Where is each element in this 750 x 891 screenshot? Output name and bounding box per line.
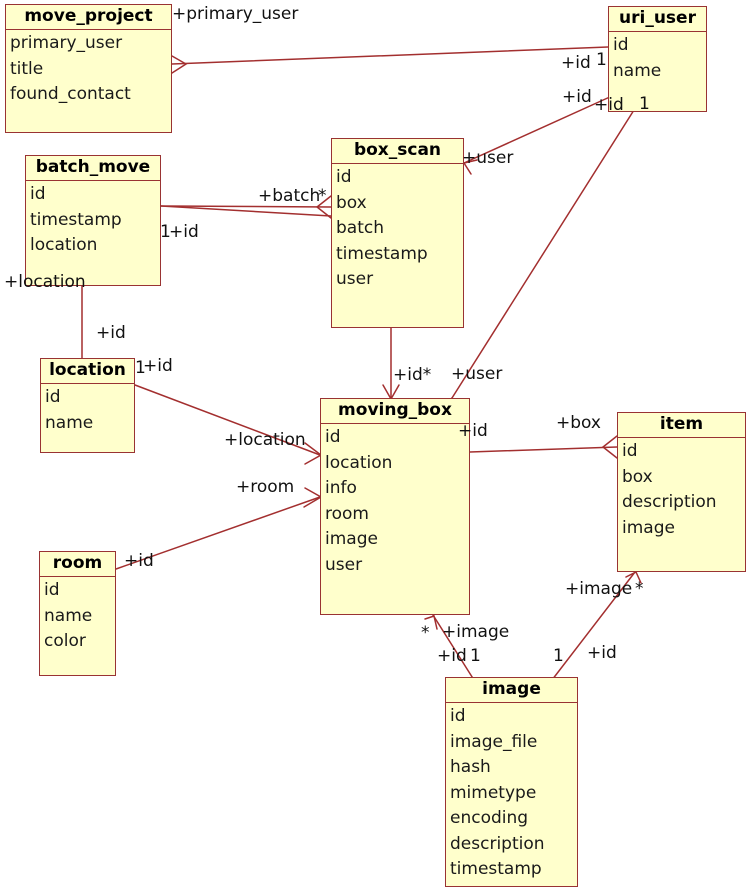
attribute-moving_box-location: location: [325, 452, 393, 473]
edge-location-moving-box: [134, 384, 323, 465]
attribute-box_scan-user: user: [336, 269, 374, 290]
entity-attributes-move_project: primary_usertitle found_contact: [6, 30, 171, 111]
attribute-room-id: id: [44, 580, 60, 601]
lbl-mult-1-top: 1: [596, 50, 607, 70]
entity-box_scan[interactable]: box_scan id box batch timestamp user: [331, 138, 464, 328]
attribute-image-hash: hash: [450, 757, 491, 778]
attribute-box_scan-timestamp: timestamp: [336, 243, 428, 264]
lbl-image-movingbox: +image: [442, 622, 510, 642]
attribute-moving_box-image: image: [325, 529, 378, 550]
lbl-mult-batch-star: *: [318, 186, 327, 206]
entity-batch_move[interactable]: batch_move id timestamp location: [25, 155, 161, 286]
edge-moving-box-item: [469, 435, 618, 459]
attribute-image-timestamp: timestamp: [450, 859, 542, 880]
lbl-image-item: +image: [565, 579, 633, 599]
lbl-id-star-movingbox: +id*: [393, 365, 432, 385]
lbl-mult-star-movingbox-image: *: [421, 623, 430, 643]
lbl-id-movingbox-user: +id: [594, 95, 624, 115]
lbl-id-item: +id: [458, 421, 488, 441]
er-diagram-canvas: move_project primary_usertitle found_conta…: [0, 0, 750, 891]
attribute-image-encoding: encoding: [450, 808, 529, 829]
entity-title-move_project: move_project: [6, 5, 171, 31]
entity-title-uri_user: uri_user: [609, 7, 706, 33]
attribute-batch_move-timestamp: timestamp: [30, 209, 122, 230]
lbl-mult-1-movingbox-user: 1: [639, 94, 650, 114]
attribute-image-mimetype: mimetype: [450, 782, 537, 803]
attribute-location-name: name: [45, 412, 94, 433]
entity-item[interactable]: item id box description image: [617, 412, 746, 572]
attribute-uri_user-name: name: [613, 60, 662, 81]
entity-attributes-room: id name color: [40, 577, 115, 658]
entity-attributes-location: id name: [41, 384, 134, 439]
entity-title-moving_box: moving_box: [321, 399, 469, 425]
attribute-moving_box-user: user: [325, 554, 363, 575]
attribute-room-color: color: [44, 631, 86, 652]
entity-attributes-uri_user: id name: [609, 32, 706, 87]
edge-box-scan-moving-box: [382, 327, 400, 401]
lbl-primary-user: +primary_user: [172, 4, 299, 24]
lbl-id-location-right: +id: [143, 356, 173, 376]
lbl-room-movingbox: +room: [236, 477, 295, 497]
attribute-batch_move-location: location: [30, 235, 98, 256]
lbl-location-movingbox: +location: [224, 430, 306, 450]
attribute-box_scan-id: id: [336, 167, 352, 188]
attribute-move_project-found_contact: found_contact: [10, 84, 131, 105]
lbl-id-image-right: +id: [587, 643, 617, 663]
entity-attributes-box_scan: id box batch timestamp user: [332, 164, 463, 296]
entity-attributes-batch_move: id timestamp location: [26, 181, 160, 262]
lbl-id-batchmove: +id: [169, 222, 199, 242]
attribute-image-id: id: [450, 706, 466, 727]
lbl-box-item: +box: [556, 413, 601, 433]
attribute-item-description: description: [622, 492, 717, 513]
attribute-move_project-title: title: [10, 58, 44, 79]
lbl-mult-1-image-right: 1: [553, 646, 564, 666]
entity-image[interactable]: image id image_filehash mimetype encoding des…: [445, 677, 578, 887]
entity-move_project[interactable]: move_project primary_usertitle found_conta…: [5, 4, 172, 133]
lbl-user-boxscan: +user: [462, 148, 514, 168]
lbl-id-boxscan-user: +id: [562, 87, 592, 107]
edge-move-project-uri-user: [171, 46, 609, 74]
lbl-location-batchmove: +location: [4, 272, 86, 292]
lbl-id-1-top: +id: [561, 53, 591, 73]
lbl-mult-1-image-left: 1: [470, 646, 481, 666]
lbl-id-image-left: +id: [437, 646, 467, 666]
entity-attributes-moving_box: id location info room image user: [321, 424, 469, 581]
attribute-moving_box-room: room: [325, 503, 369, 524]
attribute-batch_move-id: id: [30, 184, 46, 205]
lbl-batch: +batch: [258, 186, 321, 206]
attribute-item-id: id: [622, 441, 638, 462]
entity-title-batch_move: batch_move: [26, 156, 160, 182]
attribute-location-id: id: [45, 387, 61, 408]
attribute-move_project-primary_user: primary_user: [10, 33, 123, 54]
lbl-mult-star-item-image: *: [635, 579, 644, 599]
attribute-item-image: image: [622, 517, 675, 538]
entity-moving_box[interactable]: moving_box id location info room image user: [320, 398, 470, 615]
attribute-image-description: description: [450, 833, 545, 854]
attribute-moving_box-id: id: [325, 427, 341, 448]
entity-title-location: location: [41, 359, 134, 385]
lbl-id-location-top: +id: [96, 323, 126, 343]
entity-attributes-item: id box description image: [618, 438, 745, 544]
entity-title-item: item: [618, 413, 745, 439]
attribute-box_scan-box: box: [336, 192, 367, 213]
entity-title-image: image: [446, 678, 577, 704]
entity-title-box_scan: box_scan: [332, 139, 463, 165]
entity-location[interactable]: location id name: [40, 358, 135, 453]
attribute-uri_user-id: id: [613, 35, 629, 56]
attribute-item-box: box: [622, 466, 653, 487]
lbl-user-movingbox: +user: [451, 364, 503, 384]
entity-room[interactable]: room id name color: [39, 551, 116, 676]
attribute-room-name: name: [44, 605, 93, 626]
attribute-image-image_file: image_file: [450, 731, 538, 752]
attribute-box_scan-batch: batch: [336, 218, 384, 239]
attribute-moving_box-info: info: [325, 478, 357, 499]
lbl-id-room: +id: [124, 551, 154, 571]
entity-attributes-image: id image_filehash mimetype encoding descript…: [446, 703, 577, 886]
entity-title-room: room: [40, 552, 115, 578]
